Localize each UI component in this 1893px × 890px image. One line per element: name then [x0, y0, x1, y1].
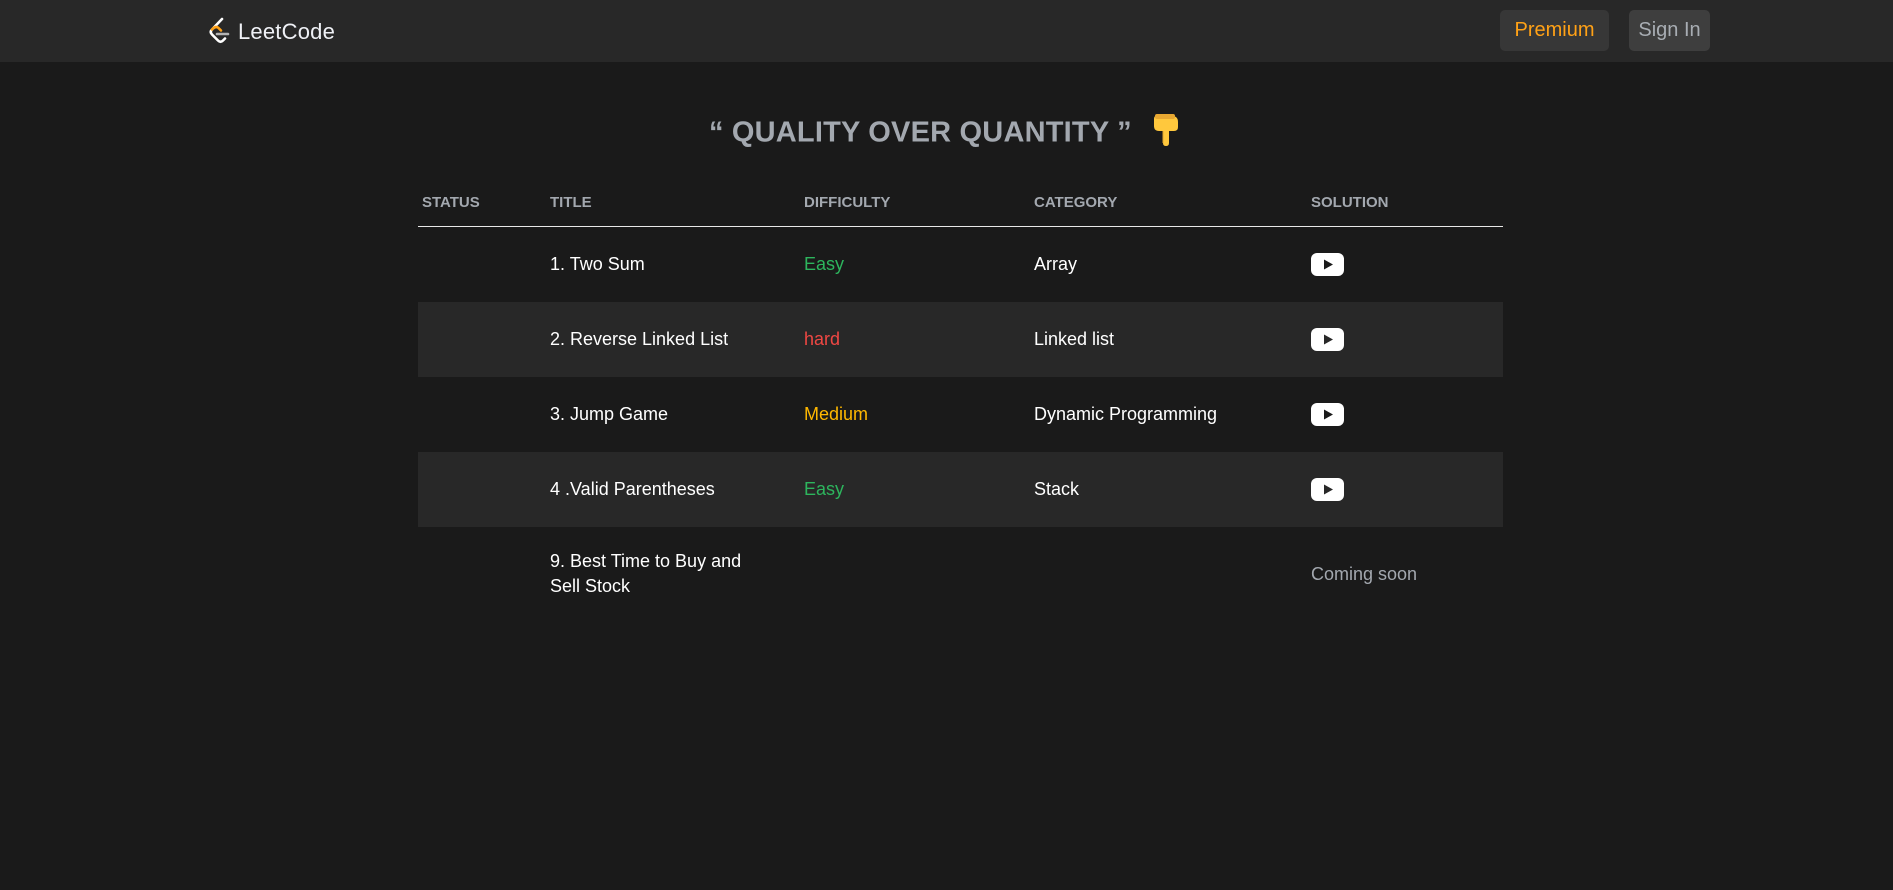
- difficulty-label: hard: [804, 329, 841, 349]
- category-label: Dynamic Programming: [1034, 404, 1218, 424]
- page-heading: “ QUALITY OVER QUANTITY ”: [0, 112, 1893, 156]
- status-cell: [422, 377, 542, 452]
- problem-title-link[interactable]: 2. Reverse Linked List: [550, 302, 750, 377]
- youtube-icon[interactable]: [1311, 478, 1344, 501]
- solution-cell: [1311, 302, 1344, 377]
- header-difficulty: DIFFICULTY: [804, 194, 891, 211]
- difficulty-label: Easy: [804, 479, 845, 499]
- sign-in-button[interactable]: Sign In: [1629, 10, 1710, 51]
- status-cell: [422, 302, 542, 377]
- table-row: 3. Jump Game Medium Dynamic Programming: [418, 377, 1503, 452]
- problem-title-link[interactable]: 4 .Valid Parentheses: [550, 452, 750, 527]
- youtube-icon[interactable]: [1311, 328, 1344, 351]
- top-navbar: LeetCode Premium Sign In: [0, 0, 1893, 62]
- table-header: STATUS TITLE DIFFICULTY CATEGORY SOLUTIO…: [418, 180, 1503, 227]
- premium-button[interactable]: Premium: [1500, 10, 1609, 51]
- table-row: 1. Two Sum Easy Array: [418, 227, 1503, 302]
- category-label: Array: [1034, 254, 1078, 274]
- problem-title-link[interactable]: 1. Two Sum: [550, 227, 750, 302]
- header-solution: SOLUTION: [1311, 194, 1389, 211]
- category-label: Stack: [1034, 479, 1080, 499]
- table-row: 4 .Valid Parentheses Easy Stack: [418, 452, 1503, 527]
- leetcode-logo-icon: [209, 17, 230, 44]
- solution-cell: [1311, 227, 1344, 302]
- problem-title-link[interactable]: 3. Jump Game: [550, 377, 750, 452]
- youtube-icon[interactable]: [1311, 403, 1344, 426]
- logo-text: LeetCode: [238, 19, 336, 44]
- solution-cell: [1311, 452, 1344, 527]
- difficulty-label: Medium: [804, 404, 869, 424]
- table-row: 2. Reverse Linked List hard Linked list: [418, 302, 1503, 377]
- coming-soon-label: Coming soon: [1311, 563, 1418, 584]
- youtube-icon[interactable]: [1311, 253, 1344, 276]
- status-cell: [422, 452, 542, 527]
- header-title: TITLE: [550, 194, 592, 211]
- problem-title-link[interactable]: 9. Best Time to Buy and Sell Stock: [550, 527, 750, 621]
- difficulty-label: Easy: [804, 254, 845, 274]
- problems-table: STATUS TITLE DIFFICULTY CATEGORY SOLUTIO…: [418, 180, 1503, 621]
- leetcode-logo[interactable]: LeetCode: [208, 16, 335, 48]
- header-status: STATUS: [422, 194, 480, 211]
- table-row: 9. Best Time to Buy and Sell Stock Comin…: [418, 527, 1503, 621]
- status-cell: [422, 227, 542, 302]
- backhand-index-pointing-down-icon: [1150, 112, 1184, 156]
- header-category: CATEGORY: [1034, 194, 1118, 211]
- status-cell: [422, 527, 542, 621]
- heading-text: “ QUALITY OVER QUANTITY ”: [708, 116, 1132, 149]
- category-label: Linked list: [1034, 329, 1115, 349]
- solution-cell: [1311, 377, 1344, 452]
